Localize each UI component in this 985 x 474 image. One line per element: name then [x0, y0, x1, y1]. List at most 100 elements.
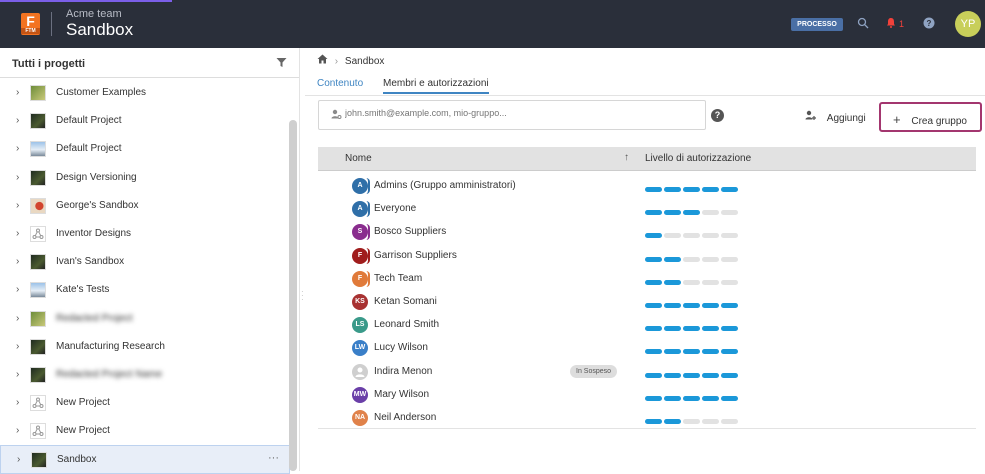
sidebar-project-item[interactable]: › New Project [0, 417, 290, 445]
permission-level-bar[interactable] [645, 183, 740, 195]
sort-arrow-up-icon[interactable]: ↑ [624, 152, 629, 163]
chevron-right-icon[interactable]: › [16, 397, 19, 408]
chevron-right-icon[interactable]: › [16, 313, 19, 324]
permission-level-segment [664, 256, 681, 262]
column-name[interactable]: Nome [345, 153, 372, 164]
user-avatar[interactable]: YP [955, 11, 981, 37]
member-search[interactable] [318, 100, 706, 130]
sidebar-project-label: Redacted Project Name [56, 368, 163, 380]
permission-level-segment [683, 395, 700, 401]
member-row[interactable]: A Everyone [318, 197, 976, 220]
permission-level-bar[interactable] [645, 369, 740, 381]
permission-level-segment [645, 349, 662, 355]
permission-level-segment [645, 302, 662, 308]
permission-level-bar[interactable] [645, 299, 740, 311]
sidebar-project-item[interactable]: › Manufacturing Research [0, 333, 290, 361]
chevron-right-icon[interactable]: › [16, 115, 19, 126]
chevron-right-icon[interactable]: › [16, 200, 19, 211]
resize-handle[interactable]: · · · [301, 288, 304, 304]
sidebar-project-item[interactable]: › Redacted Project [0, 305, 290, 333]
chevron-right-icon[interactable]: › [16, 284, 19, 295]
sidebar-project-item[interactable]: › Sandbox ··· [0, 445, 290, 474]
breadcrumb: › Sandbox [317, 54, 384, 67]
permission-level-segment [664, 233, 681, 239]
home-icon[interactable] [317, 54, 331, 67]
sidebar-project-item[interactable]: › New Project [0, 389, 290, 417]
sidebar-project-item[interactable]: › Design Versioning [0, 164, 290, 192]
project-title[interactable]: Sandbox [66, 20, 133, 40]
chevron-right-icon[interactable]: › [16, 143, 19, 154]
member-row[interactable]: A Admins (Gruppo amministratori) [318, 174, 976, 197]
permission-level-segment [664, 349, 681, 355]
project-thumbnail [30, 395, 46, 412]
member-row[interactable]: KS Ketan Somani [318, 290, 976, 313]
permission-level-segment [702, 395, 719, 401]
permission-level-bar[interactable] [645, 276, 740, 288]
permission-level-segment [645, 256, 662, 262]
sidebar-project-item[interactable]: › Kate's Tests [0, 276, 290, 304]
sidebar-project-item[interactable]: › Redacted Project Name [0, 361, 290, 389]
permission-level-bar[interactable] [645, 392, 740, 404]
member-row[interactable]: NA Neil Anderson [318, 406, 976, 429]
main-panel: › Sandbox Contenuto Membri e autorizzazi… [305, 48, 985, 471]
permission-level-bar[interactable] [645, 253, 740, 265]
app-logo[interactable]: F FTM [21, 13, 40, 35]
filter-icon[interactable] [276, 57, 287, 71]
process-badge[interactable]: PROCESSO [791, 18, 843, 31]
member-row[interactable]: MW Mary Wilson [318, 383, 976, 406]
sidebar-project-item[interactable]: › Default Project [0, 107, 290, 135]
breadcrumb-current[interactable]: Sandbox [345, 56, 384, 67]
sidebar-project-label: Default Project [56, 143, 122, 155]
sidebar-project-item[interactable]: › Ivan's Sandbox [0, 248, 290, 276]
chevron-right-icon[interactable]: › [16, 256, 19, 267]
member-row[interactable]: LW Lucy Wilson [318, 336, 976, 359]
search-input[interactable] [345, 108, 645, 118]
permission-level-segment [702, 418, 719, 424]
add-member-button[interactable]: Aggiungi [805, 110, 866, 124]
more-options-icon[interactable]: ··· [268, 452, 279, 464]
member-name: Ketan Somani [374, 295, 437, 307]
add-person-icon [805, 110, 819, 124]
chevron-right-icon[interactable]: › [17, 454, 20, 465]
notifications-bell-icon[interactable] [886, 17, 896, 31]
chevron-right-icon[interactable]: › [16, 425, 19, 436]
table-header: Nome ↑ Livello di autorizzazione [318, 147, 976, 171]
chevron-right-icon[interactable]: › [16, 172, 19, 183]
permission-level-bar[interactable] [645, 206, 740, 218]
permission-level-segment [683, 279, 700, 285]
chevron-right-icon[interactable]: › [16, 341, 19, 352]
permission-level-bar[interactable] [645, 322, 740, 334]
create-group-button[interactable]: + Crea gruppo [879, 102, 982, 132]
sidebar-scrollbar[interactable] [289, 120, 297, 471]
sidebar-project-label: New Project [56, 425, 110, 437]
pending-badge: In Sospeso [570, 364, 618, 378]
chevron-right-icon[interactable]: › [16, 369, 19, 380]
permission-level-bar[interactable] [645, 229, 740, 241]
permission-level-bar[interactable] [645, 415, 740, 427]
permission-level-bar[interactable] [645, 345, 740, 357]
member-row[interactable]: Indira Menon In Sospeso [318, 360, 976, 383]
sidebar-project-item[interactable]: › George's Sandbox [0, 192, 290, 220]
chevron-right-icon[interactable]: › [16, 228, 19, 239]
project-thumbnail [30, 169, 46, 186]
help-icon[interactable]: ? [711, 109, 724, 122]
tab-membri[interactable]: Membri e autorizzazioni [383, 78, 489, 94]
sidebar-project-label: Inventor Designs [56, 227, 132, 239]
member-row[interactable]: F Garrison Suppliers [318, 244, 976, 267]
member-row[interactable]: S Bosco Suppliers [318, 220, 976, 243]
column-level[interactable]: Livello di autorizzazione [645, 153, 751, 164]
project-placeholder-icon [32, 397, 44, 409]
project-thumbnail [30, 113, 46, 130]
member-row[interactable]: F Tech Team [318, 267, 976, 290]
tab-bar: Contenuto Membri e autorizzazioni [305, 74, 985, 96]
sidebar-project-item[interactable]: › Inventor Designs [0, 220, 290, 248]
tab-contenuto[interactable]: Contenuto [317, 78, 363, 89]
permission-level-segment [645, 233, 662, 239]
search-icon[interactable] [857, 17, 869, 32]
member-row[interactable]: LS Leonard Smith [318, 313, 976, 336]
sidebar-project-item[interactable]: › Default Project [0, 135, 290, 163]
sidebar-project-item[interactable]: › Customer Examples [0, 79, 290, 107]
chevron-right-icon[interactable]: › [16, 87, 19, 98]
help-icon[interactable]: ? [923, 17, 935, 32]
project-thumbnail [30, 366, 46, 383]
